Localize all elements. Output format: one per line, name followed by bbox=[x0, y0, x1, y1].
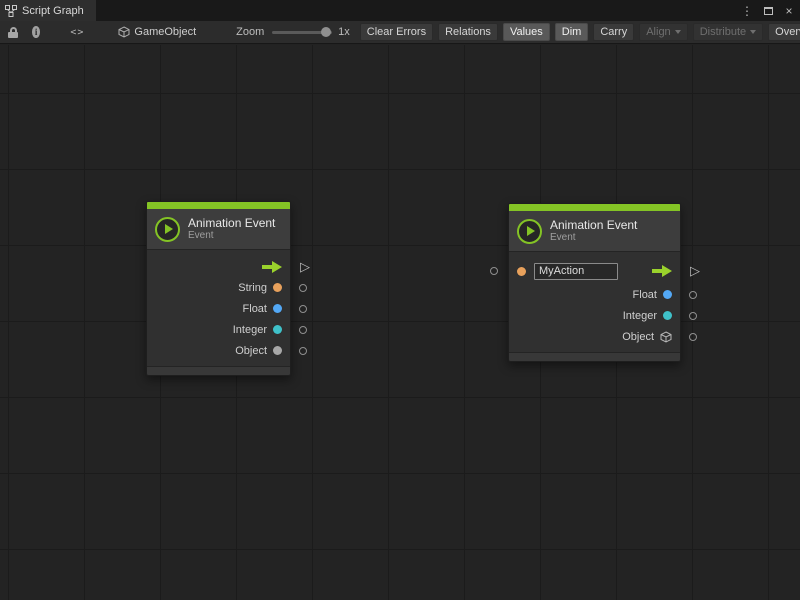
object-output-port[interactable] bbox=[299, 347, 307, 355]
node-subtitle: Event bbox=[188, 230, 275, 242]
maximize-icon bbox=[764, 7, 773, 15]
script-graph-window: Script Graph ⋮ × i <> GameObject Zoom 1x bbox=[0, 0, 800, 600]
port-row-float: Float bbox=[509, 284, 680, 305]
zoom-slider-knob[interactable] bbox=[321, 27, 331, 37]
event-play-icon bbox=[155, 217, 180, 242]
flow-arrow-icon bbox=[262, 261, 282, 273]
tab-title: Script Graph bbox=[22, 5, 84, 17]
info-icon[interactable]: i bbox=[32, 26, 40, 38]
zoom-value: 1x bbox=[338, 26, 350, 38]
maximize-button[interactable] bbox=[761, 3, 775, 19]
name-input-port[interactable] bbox=[490, 267, 498, 275]
port-row-string: String bbox=[147, 277, 290, 298]
object-cube-icon bbox=[660, 331, 672, 343]
window-menu-button[interactable]: ⋮ bbox=[740, 3, 754, 19]
node-header[interactable]: Animation Event Event bbox=[147, 209, 290, 250]
string-port-dot bbox=[273, 283, 282, 292]
carry-button[interactable]: Carry bbox=[593, 23, 634, 41]
node-footer bbox=[509, 352, 680, 361]
lock-icon[interactable] bbox=[8, 27, 18, 38]
code-view-icon[interactable]: <> bbox=[70, 27, 84, 38]
float-output-port[interactable] bbox=[689, 291, 697, 299]
integer-output-port[interactable] bbox=[689, 312, 697, 320]
titlebar: Script Graph ⋮ × bbox=[0, 0, 800, 21]
gameobject-reference[interactable]: GameObject bbox=[118, 26, 196, 38]
action-name-input[interactable] bbox=[534, 263, 618, 280]
port-row-integer: Integer bbox=[147, 319, 290, 340]
float-port-dot bbox=[273, 304, 282, 313]
gameobject-label: GameObject bbox=[134, 26, 196, 38]
node-animation-event-1[interactable]: Animation Event Event ▷ String Float bbox=[146, 201, 291, 376]
port-row-integer: Integer bbox=[509, 305, 680, 326]
node-body: ▷ Float Integer Object bbox=[509, 252, 680, 352]
port-label-object: Object bbox=[235, 345, 267, 357]
graph-canvas[interactable]: Animation Event Event ▷ String Float bbox=[0, 45, 800, 600]
tab-script-graph[interactable]: Script Graph bbox=[0, 0, 96, 21]
integer-output-port[interactable] bbox=[299, 326, 307, 334]
flow-output-port[interactable]: ▷ bbox=[690, 264, 700, 277]
node-body: ▷ String Float Integer bbox=[147, 250, 290, 366]
string-output-port[interactable] bbox=[299, 284, 307, 292]
port-row-object: Object bbox=[147, 340, 290, 361]
action-name-row: ▷ bbox=[509, 258, 680, 284]
graph-toolbar: i <> GameObject Zoom 1x Clear Errors Rel… bbox=[0, 21, 800, 44]
integer-port-dot bbox=[273, 325, 282, 334]
node-subtitle: Event bbox=[550, 232, 637, 244]
chevron-down-icon bbox=[675, 30, 681, 34]
string-port-dot bbox=[517, 267, 526, 276]
object-port-dot bbox=[273, 346, 282, 355]
flow-arrow-icon bbox=[652, 265, 672, 277]
window-controls: ⋮ × bbox=[740, 0, 796, 21]
close-button[interactable]: × bbox=[782, 3, 796, 19]
node-header[interactable]: Animation Event Event bbox=[509, 211, 680, 252]
node-title: Animation Event bbox=[188, 216, 275, 230]
zoom-slider[interactable] bbox=[272, 27, 332, 37]
object-output-port[interactable] bbox=[689, 333, 697, 341]
relations-button[interactable]: Relations bbox=[438, 23, 498, 41]
gameobject-icon bbox=[118, 26, 130, 38]
script-graph-icon bbox=[5, 5, 17, 17]
align-button: Align bbox=[639, 23, 687, 41]
flow-output-port[interactable]: ▷ bbox=[300, 259, 310, 272]
node-accent-bar bbox=[509, 204, 680, 211]
overview-button[interactable]: Overview bbox=[768, 23, 800, 41]
clear-errors-button[interactable]: Clear Errors bbox=[360, 23, 433, 41]
port-label-float: Float bbox=[243, 303, 267, 315]
port-label-float: Float bbox=[633, 289, 657, 301]
values-button[interactable]: Values bbox=[503, 23, 550, 41]
port-label-integer: Integer bbox=[233, 324, 267, 336]
distribute-button: Distribute bbox=[693, 23, 763, 41]
zoom-label: Zoom bbox=[236, 26, 264, 38]
float-output-port[interactable] bbox=[299, 305, 307, 313]
port-label-integer: Integer bbox=[623, 310, 657, 322]
node-footer bbox=[147, 366, 290, 375]
flow-output-row: ▷ bbox=[147, 256, 290, 277]
float-port-dot bbox=[663, 290, 672, 299]
port-label-object: Object bbox=[622, 331, 654, 343]
port-row-float: Float bbox=[147, 298, 290, 319]
event-play-icon bbox=[517, 219, 542, 244]
node-title: Animation Event bbox=[550, 218, 637, 232]
port-label-string: String bbox=[238, 282, 267, 294]
port-row-object: Object bbox=[509, 326, 680, 347]
chevron-down-icon bbox=[750, 30, 756, 34]
dim-button[interactable]: Dim bbox=[555, 23, 589, 41]
integer-port-dot bbox=[663, 311, 672, 320]
node-accent-bar bbox=[147, 202, 290, 209]
node-animation-event-2[interactable]: Animation Event Event ▷ Float bbox=[508, 203, 681, 362]
